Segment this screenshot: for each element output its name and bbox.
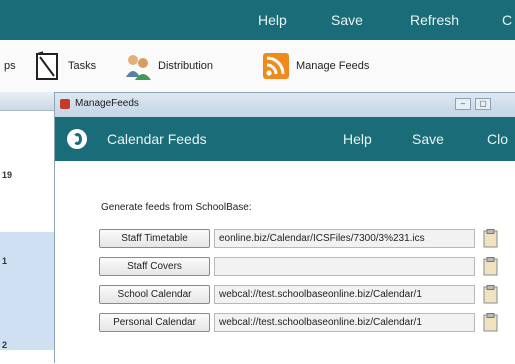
window-title: ManageFeeds (75, 98, 139, 109)
clipboard-icon[interactable] (483, 229, 498, 248)
app-icon (60, 99, 70, 109)
people-icon (126, 55, 151, 80)
feeds-panel: Generate feeds from SchoolBase: Staff Ti… (55, 161, 515, 364)
toolbar-item-manage-feeds[interactable]: Manage Feeds (262, 40, 369, 92)
list-row: 19 (2, 170, 13, 180)
menu-refresh[interactable]: Refresh (410, 12, 459, 28)
window-header-bar: Calendar Feeds Help Save Clo (55, 117, 515, 161)
list-header (0, 92, 54, 111)
toolbar-manage-feeds-label: Manage Feeds (296, 60, 370, 72)
background-list: 19 1 2 (0, 92, 55, 363)
managefeeds-window: ManageFeeds – ▢ Calendar Feeds Help Save… (54, 92, 515, 364)
toolbar-tasks-label: Tasks (68, 60, 97, 72)
clipboard-icon[interactable] (483, 285, 498, 304)
staff-covers-button[interactable]: Staff Covers (99, 257, 210, 276)
personal-calendar-button[interactable]: Personal Calendar (99, 313, 210, 332)
schoolbase-logo-icon (67, 129, 87, 149)
minimize-button[interactable]: – (455, 98, 471, 110)
staff-timetable-url-field[interactable]: eonline.biz/Calendar/ICSFiles/7300/3%231… (214, 229, 475, 248)
window-menu-save[interactable]: Save (412, 131, 444, 147)
main-toolbar: ps Tasks Distribution Manage Feeds (0, 40, 515, 93)
school-calendar-button[interactable]: School Calendar (99, 285, 210, 304)
menu-help[interactable]: Help (258, 12, 287, 28)
window-titlebar[interactable]: ManageFeeds – ▢ (55, 93, 515, 117)
header-title: Calendar Feeds (107, 131, 207, 147)
menu-partial[interactable]: C (502, 12, 512, 28)
window-menu-close[interactable]: Clo (487, 131, 508, 147)
personal-calendar-url-field[interactable]: webcal://test.schoolbaseonline.biz/Calen… (214, 313, 475, 332)
list-row: 1 (2, 256, 8, 266)
window-menu-help[interactable]: Help (343, 131, 372, 147)
school-calendar-url-field[interactable]: webcal://test.schoolbaseonline.biz/Calen… (214, 285, 475, 304)
list-selection (0, 232, 54, 350)
clipboard-icon[interactable] (483, 257, 498, 276)
list-row: 2 (2, 340, 8, 350)
toolbar-partial-label: ps (4, 60, 16, 72)
main-menubar: Help Save Refresh C (0, 0, 515, 40)
rss-feed-icon (263, 53, 289, 79)
generate-label: Generate feeds from SchoolBase: (101, 202, 252, 213)
checklist-icon (36, 51, 58, 80)
menu-save[interactable]: Save (331, 12, 363, 28)
toolbar-item-distribution[interactable]: Distribution (124, 40, 213, 92)
toolbar-item-partial[interactable]: ps (4, 40, 16, 92)
toolbar-distribution-label: Distribution (158, 60, 214, 72)
staff-covers-url-field[interactable] (214, 257, 475, 276)
maximize-button[interactable]: ▢ (475, 98, 491, 110)
toolbar-item-tasks[interactable]: Tasks (34, 40, 96, 92)
clipboard-icon[interactable] (483, 313, 498, 332)
staff-timetable-button[interactable]: Staff Timetable (99, 229, 210, 248)
